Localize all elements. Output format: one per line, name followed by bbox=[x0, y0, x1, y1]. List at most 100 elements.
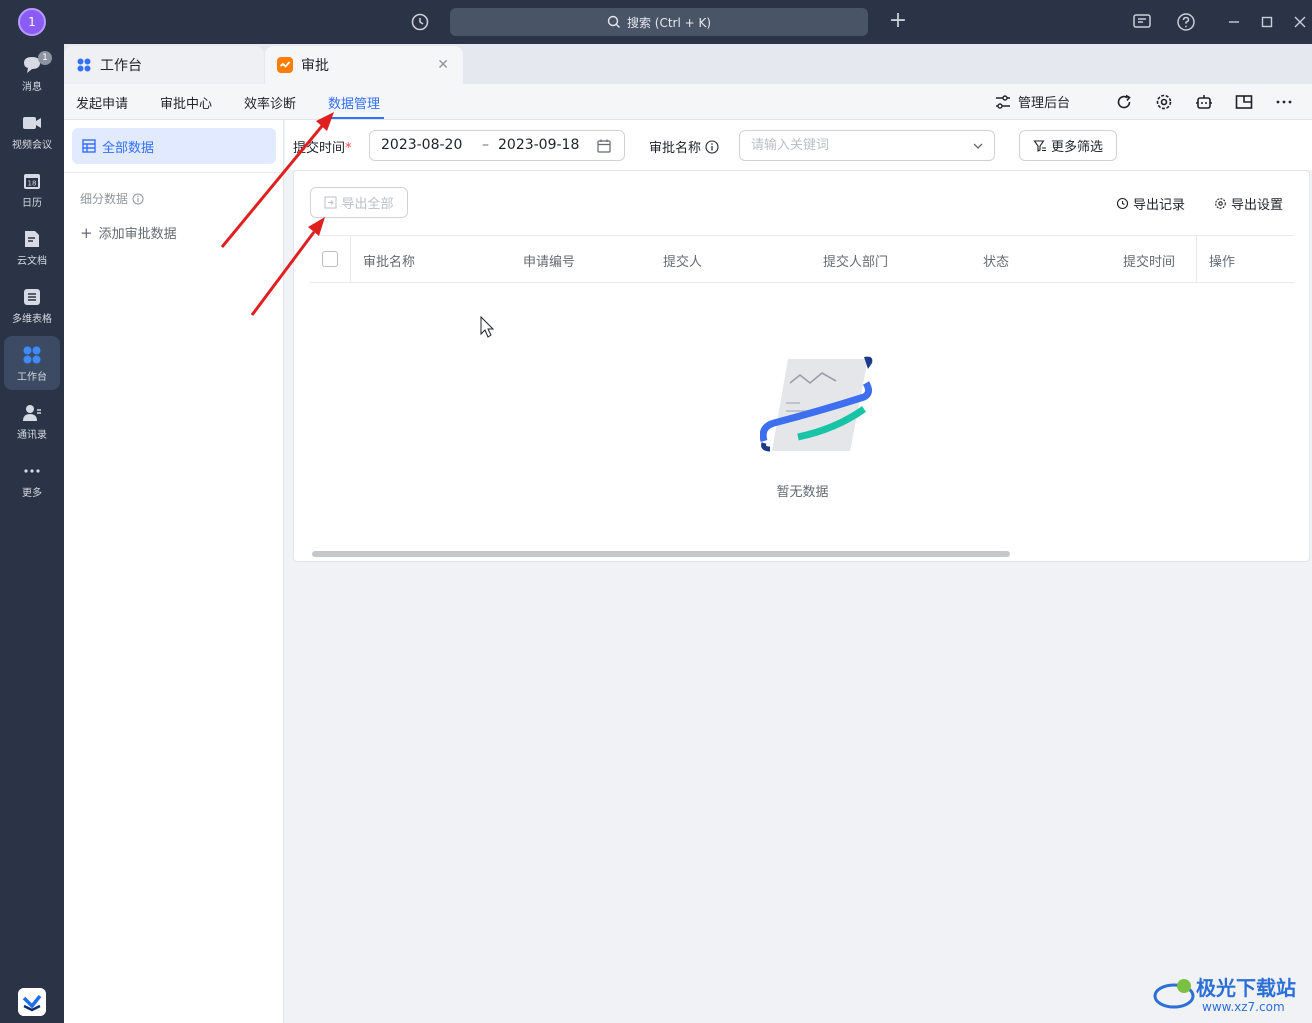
tab-workplace[interactable]: 工作台 bbox=[64, 46, 264, 84]
sub-data-label: 细分数据 bbox=[80, 192, 129, 206]
close-tab-icon[interactable]: ✕ bbox=[437, 57, 449, 73]
required-mark: * bbox=[345, 141, 352, 156]
rail-item-workplace[interactable]: 工作台 bbox=[4, 336, 60, 390]
export-all-button[interactable]: 导出全部 bbox=[310, 187, 408, 218]
rail-label: 工作台 bbox=[17, 372, 47, 383]
export-settings-button[interactable]: 导出设置 bbox=[1214, 194, 1283, 213]
settings-gear-icon[interactable] bbox=[1154, 92, 1174, 112]
clock-history-icon bbox=[1116, 197, 1129, 210]
info-icon[interactable] bbox=[705, 139, 719, 154]
watermark-logo-icon bbox=[1153, 979, 1195, 1009]
chevron-down-icon bbox=[973, 143, 983, 149]
refresh-icon[interactable] bbox=[1114, 92, 1134, 112]
more-options-icon[interactable] bbox=[1274, 92, 1294, 112]
help-icon[interactable] bbox=[1174, 10, 1198, 34]
history-icon[interactable] bbox=[408, 10, 432, 34]
filter-bar: 提交时间* 2023-08-20 – 2023-09-18 审批名称 请输入关键… bbox=[285, 120, 1312, 170]
export-record-button[interactable]: 导出记录 bbox=[1116, 194, 1185, 213]
watermark-url: www.xz7.com bbox=[1202, 1000, 1285, 1014]
add-approval-data-button[interactable]: + 添加审批数据 bbox=[80, 223, 177, 243]
date-separator: – bbox=[482, 137, 489, 153]
app-window: 工作台 审批 ✕ 发起申请 审批中心 效率诊断 数据管理 管理后台 全部数据 细… bbox=[64, 44, 1312, 1023]
divider bbox=[64, 172, 284, 173]
export-icon bbox=[324, 196, 337, 209]
subnav-efficiency-diagnosis[interactable]: 效率诊断 bbox=[244, 93, 296, 112]
contacts-icon bbox=[23, 405, 41, 421]
submit-time-label: 提交时间* bbox=[293, 141, 352, 156]
table-icon bbox=[24, 289, 40, 305]
rail-item-video-meeting[interactable]: 视频会议 bbox=[4, 104, 60, 158]
tab-approval[interactable]: 审批 ✕ bbox=[265, 46, 463, 84]
export-all-label: 导出全部 bbox=[341, 197, 394, 212]
date-range-picker[interactable]: 2023-08-20 – 2023-09-18 bbox=[369, 130, 625, 161]
svg-text:18: 18 bbox=[28, 180, 37, 188]
column-header-submitter[interactable]: 提交人 bbox=[663, 251, 702, 270]
app-shortcut-icon[interactable] bbox=[18, 988, 46, 1016]
column-separator bbox=[350, 236, 351, 283]
message-count-badge: 1 bbox=[38, 51, 52, 65]
close-window-icon[interactable] bbox=[1288, 10, 1312, 34]
calendar-icon: 18 bbox=[24, 174, 40, 189]
column-header-request-id[interactable]: 申请编号 bbox=[523, 251, 575, 270]
calendar-icon bbox=[597, 139, 611, 153]
rail-item-messages[interactable]: 1 消息 bbox=[4, 46, 60, 100]
window-tab-strip: 工作台 审批 ✕ bbox=[64, 44, 1312, 84]
rail-item-bitable[interactable]: 多维表格 bbox=[4, 278, 60, 332]
more-filters-label: 更多筛选 bbox=[1050, 140, 1103, 155]
all-data-label: 全部数据 bbox=[102, 140, 155, 156]
all-data-item[interactable]: 全部数据 bbox=[72, 128, 276, 164]
subnav-data-management[interactable]: 数据管理 bbox=[328, 93, 380, 112]
rail-label: 日历 bbox=[22, 198, 42, 209]
feedback-icon[interactable] bbox=[1130, 10, 1154, 34]
table-header: 审批名称 申请编号 提交人 提交人部门 状态 提交时间 操作 bbox=[310, 235, 1294, 283]
subnav-initiate-request[interactable]: 发起申请 bbox=[76, 93, 128, 112]
filter-icon bbox=[1033, 139, 1046, 152]
approval-name-label: 审批名称 bbox=[649, 137, 719, 156]
export-record-label: 导出记录 bbox=[1133, 198, 1186, 213]
rail-item-docs[interactable]: 云文档 bbox=[4, 220, 60, 274]
document-icon bbox=[25, 231, 39, 247]
empty-state-text: 暂无数据 bbox=[776, 485, 829, 500]
maximize-icon[interactable] bbox=[1255, 10, 1279, 34]
horizontal-scrollbar[interactable] bbox=[312, 551, 1010, 557]
new-tab-plus-icon[interactable]: + bbox=[886, 10, 910, 34]
date-end[interactable]: 2023-09-18 bbox=[498, 137, 579, 153]
site-watermark: 极光下载站 www.xz7.com bbox=[1152, 968, 1308, 1018]
data-left-panel: 全部数据 细分数据 + 添加审批数据 bbox=[64, 120, 284, 1023]
rail-item-more[interactable]: 更多 bbox=[4, 452, 60, 506]
column-separator bbox=[1196, 236, 1197, 283]
sliders-icon bbox=[996, 94, 1010, 109]
table-grid-icon bbox=[82, 139, 96, 153]
rail-label: 多维表格 bbox=[12, 314, 52, 325]
more-filters-button[interactable]: 更多筛选 bbox=[1019, 130, 1117, 161]
info-icon[interactable] bbox=[132, 193, 144, 205]
column-header-approval-name[interactable]: 审批名称 bbox=[363, 251, 415, 270]
user-avatar[interactable]: 1 bbox=[18, 8, 46, 36]
column-header-status[interactable]: 状态 bbox=[983, 251, 1009, 270]
rail-label: 通讯录 bbox=[17, 430, 47, 441]
bot-icon[interactable] bbox=[1194, 92, 1214, 112]
keyword-select[interactable]: 请输入关键词 bbox=[739, 130, 995, 161]
column-header-submitter-dept[interactable]: 提交人部门 bbox=[823, 251, 888, 270]
subnav-approval-center[interactable]: 审批中心 bbox=[160, 93, 212, 112]
workplace-grid-icon bbox=[23, 346, 41, 364]
date-start[interactable]: 2023-08-20 bbox=[381, 137, 462, 153]
approval-subnav: 发起申请 审批中心 效率诊断 数据管理 管理后台 bbox=[64, 84, 1312, 120]
column-header-submit-time[interactable]: 提交时间 bbox=[1123, 251, 1175, 270]
title-bar: 1 搜索 (Ctrl + K) + bbox=[0, 0, 1312, 44]
rail-item-contacts[interactable]: 通讯录 bbox=[4, 394, 60, 448]
admin-console-button[interactable]: 管理后台 bbox=[994, 92, 1070, 111]
select-all-checkbox[interactable] bbox=[322, 251, 338, 267]
search-placeholder: 搜索 (Ctrl + K) bbox=[626, 15, 712, 30]
search-bar[interactable]: 搜索 (Ctrl + K) bbox=[450, 8, 868, 36]
more-dots-icon bbox=[24, 469, 40, 473]
rail-item-calendar[interactable]: 18 日历 bbox=[4, 162, 60, 216]
new-window-icon[interactable] bbox=[1234, 92, 1254, 112]
minimize-icon[interactable] bbox=[1222, 10, 1246, 34]
export-settings-label: 导出设置 bbox=[1231, 198, 1284, 213]
app-rail: 1 消息 视频会议 18 日历 云文档 多维表格 工作台 通讯录 更多 bbox=[0, 44, 64, 1023]
video-camera-icon bbox=[23, 117, 41, 129]
settings-gear-icon bbox=[1215, 198, 1226, 209]
data-card: 导出全部 导出记录 导出设置 审批名称 申请编号 提交人 提交人部门 状态 提交… bbox=[293, 170, 1310, 562]
rail-label: 云文档 bbox=[17, 256, 47, 267]
